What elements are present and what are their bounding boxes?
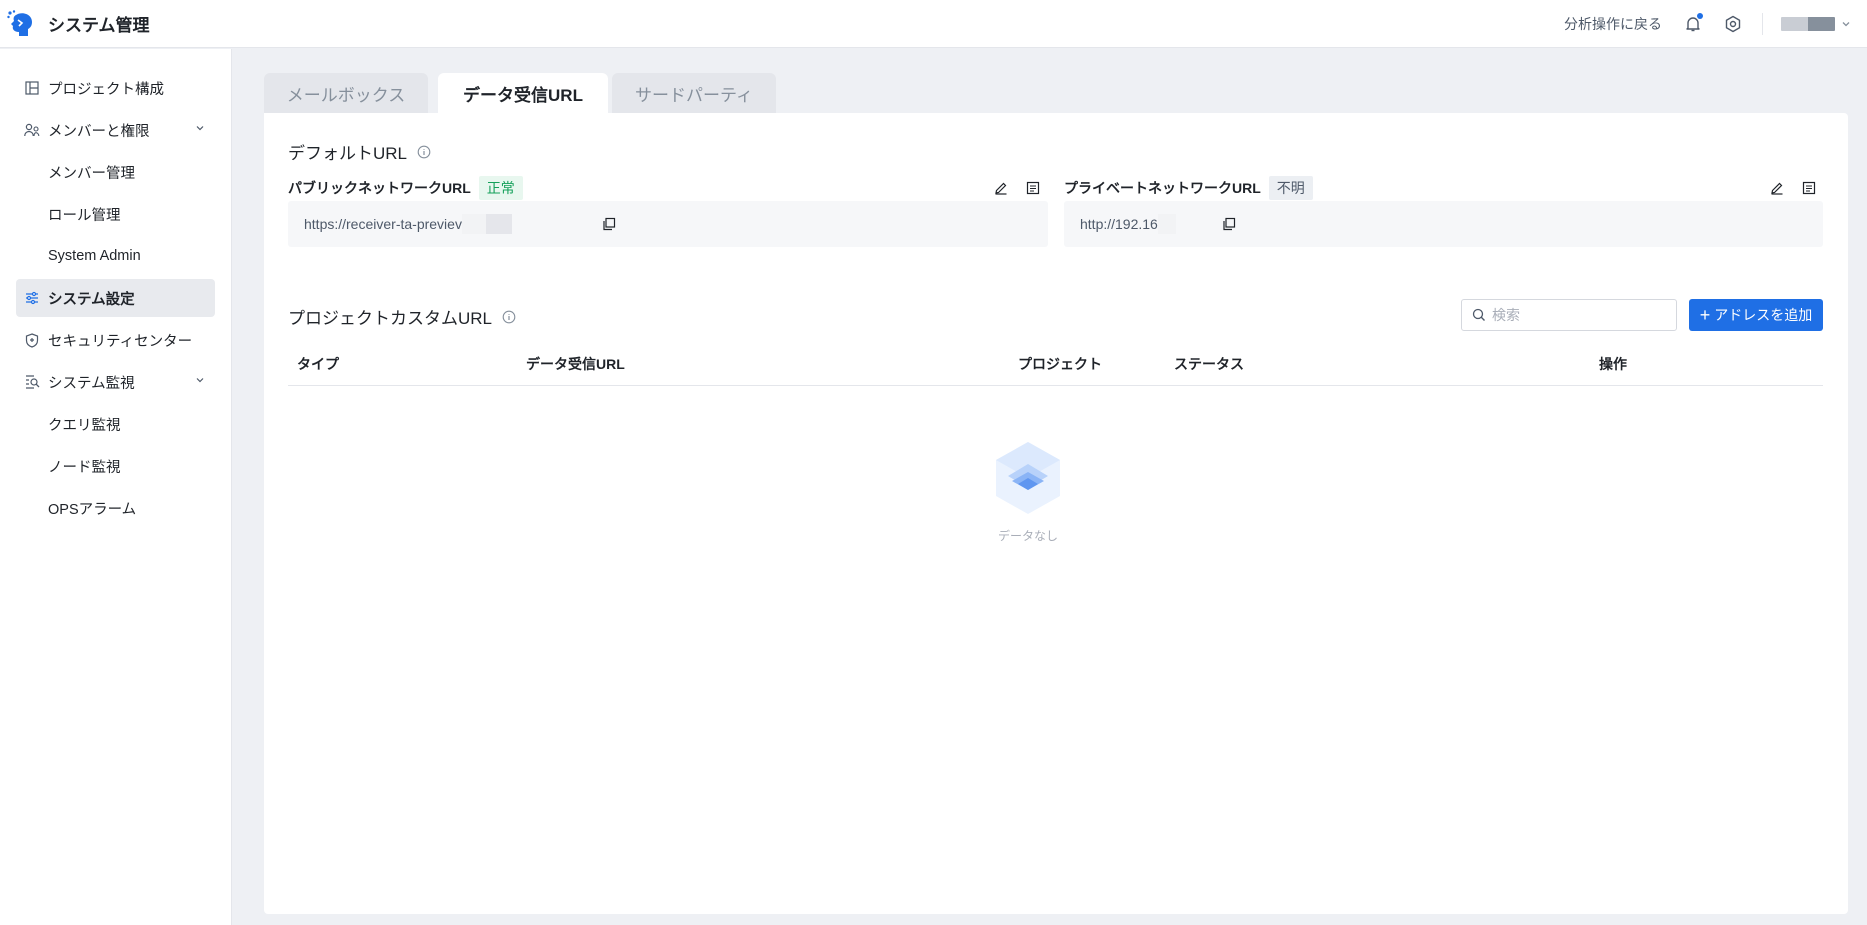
section-title-text: プロジェクトカスタムURL: [288, 309, 493, 328]
tab-data-receiver-url[interactable]: データ受信URL: [438, 73, 608, 113]
column-header-actions: 操作: [1599, 356, 1627, 372]
users-icon: [24, 122, 40, 138]
sidebar-item-label: System Admin: [48, 248, 141, 264]
column-header-url: データ受信URL: [526, 356, 625, 372]
redacted-text: [461, 214, 486, 234]
document-icon[interactable]: [1799, 178, 1819, 198]
private-url-value[interactable]: http://192.16: [1080, 216, 1158, 232]
sidebar-item-label: メンバー管理: [48, 165, 135, 182]
status-badge: 不明: [1268, 176, 1313, 200]
copy-icon[interactable]: [600, 215, 618, 233]
sidebar-item-label: クエリ監視: [48, 417, 121, 434]
chevron-down-icon: [196, 126, 204, 131]
edit-icon[interactable]: [1767, 178, 1787, 198]
sidebar-item-label: ロール管理: [48, 207, 121, 224]
sidebar-item-security-center[interactable]: セキュリティセンター: [16, 321, 215, 359]
sidebar-item-member-management[interactable]: メンバー管理: [16, 153, 215, 191]
document-icon[interactable]: [1023, 178, 1043, 198]
public-url-label: パブリックネットワークURL: [288, 180, 471, 196]
sidebar-item-label: セキュリティセンター: [48, 333, 193, 350]
private-url-header: プライベートネットワークURL 不明: [1064, 176, 1313, 200]
edit-icon[interactable]: [991, 178, 1011, 198]
info-icon[interactable]: [502, 310, 516, 324]
sidebar-item-label: メンバーと権限: [48, 123, 150, 140]
private-url-box: http://192.16: [1064, 201, 1823, 247]
sidebar-item-system-settings[interactable]: システム設定: [16, 279, 215, 317]
empty-text: データなし: [997, 529, 1058, 543]
avatar: [1781, 17, 1835, 31]
status-badge: 正常: [478, 176, 523, 200]
tab-third-party[interactable]: サードパーティ: [612, 73, 776, 113]
header-divider: [1762, 13, 1763, 35]
add-address-label: アドレスを追加: [1714, 307, 1813, 323]
app-title: システム管理: [48, 16, 150, 35]
tab-mailbox[interactable]: メールボックス: [264, 73, 428, 113]
brand[interactable]: システム管理: [0, 9, 150, 39]
sidebar-item-label: システム監視: [48, 375, 135, 392]
layout-icon: [24, 80, 40, 96]
sliders-icon: [24, 290, 40, 306]
sidebar-item-label: プロジェクト構成: [48, 81, 164, 98]
notification-bell-icon[interactable]: [1682, 13, 1704, 35]
redacted-text: [485, 214, 512, 234]
chevron-down-icon: [1842, 22, 1850, 27]
table-header: タイプ データ受信URL プロジェクト ステータス 操作: [288, 338, 1823, 386]
default-url-section-title: デフォルトURL: [288, 139, 431, 164]
sidebar-item-role-management[interactable]: ロール管理: [16, 195, 215, 233]
sidebar-item-label: ノード監視: [48, 459, 121, 476]
sidebar-item-system-monitoring[interactable]: システム監視: [16, 363, 215, 401]
section-title-text: デフォルトURL: [288, 144, 408, 163]
sidebar-item-label: OPSアラーム: [48, 501, 137, 518]
sidebar-item-system-admin[interactable]: System Admin: [16, 237, 215, 275]
plus-icon: +: [1699, 305, 1711, 325]
search-input[interactable]: [1492, 307, 1662, 323]
sidebar-item-members-permissions[interactable]: メンバーと権限: [16, 111, 215, 149]
back-to-analysis-link[interactable]: 分析操作に戻る: [1564, 14, 1662, 34]
search-input-wrapper[interactable]: [1461, 299, 1677, 331]
copy-icon[interactable]: [1220, 215, 1238, 233]
content-card: デフォルトURL パブリックネットワークURL 正常 https://recei…: [264, 113, 1848, 914]
column-header-project: プロジェクト: [1018, 356, 1102, 372]
gear-icon[interactable]: [1722, 13, 1744, 35]
sidebar-item-query-monitoring[interactable]: クエリ監視: [16, 405, 215, 443]
user-menu[interactable]: [1781, 17, 1851, 31]
monitor-search-icon: [24, 374, 40, 390]
sidebar: プロジェクト構成 メンバーと権限 メンバー管理 ロール管理 System Adm…: [0, 49, 232, 925]
shield-icon: [24, 332, 40, 348]
notification-dot: [1697, 13, 1703, 19]
empty-box-icon: [996, 442, 1060, 514]
column-header-type: タイプ: [297, 356, 339, 372]
sidebar-item-ops-alarm[interactable]: OPSアラーム: [16, 489, 215, 527]
info-icon[interactable]: [417, 145, 431, 159]
empty-state: データなし: [984, 438, 1072, 544]
sidebar-item-node-monitoring[interactable]: ノード監視: [16, 447, 215, 485]
public-url-value[interactable]: https://receiver-ta-previev: [304, 216, 462, 232]
redacted-text: [1157, 214, 1176, 234]
public-url-header: パブリックネットワークURL 正常: [288, 176, 523, 200]
custom-url-section-title: プロジェクトカスタムURL: [288, 304, 516, 329]
main-content: メールボックス サードパーティ データ受信URL デフォルトURL パブリックネ…: [264, 73, 1848, 914]
column-header-status: ステータス: [1174, 356, 1244, 372]
top-header: システム管理 分析操作に戻る: [0, 0, 1867, 48]
sidebar-item-project-config[interactable]: プロジェクト構成: [16, 69, 215, 107]
private-url-label: プライベートネットワークURL: [1064, 180, 1261, 196]
brain-logo-icon: [7, 9, 32, 36]
add-address-button[interactable]: + アドレスを追加: [1689, 299, 1823, 331]
tab-bar: メールボックス サードパーティ データ受信URL: [264, 73, 1848, 113]
public-url-box: https://receiver-ta-previev: [288, 201, 1048, 247]
search-icon: [1472, 308, 1485, 321]
chevron-down-icon: [196, 378, 204, 383]
sidebar-item-label: システム設定: [48, 291, 135, 308]
